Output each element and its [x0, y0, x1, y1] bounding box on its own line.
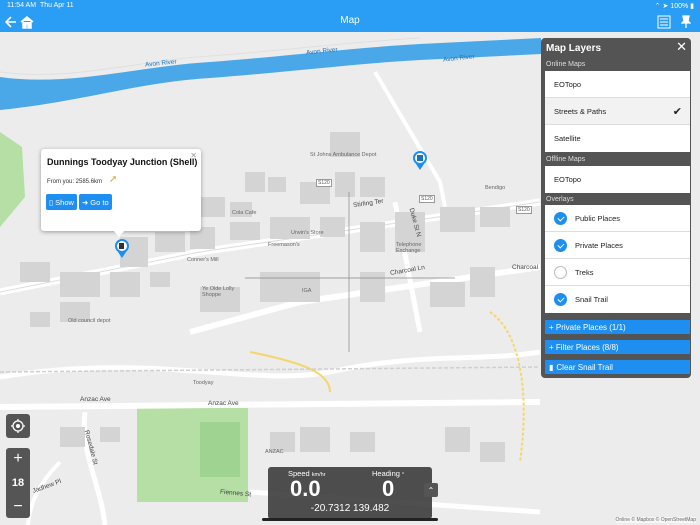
page-title: Map — [340, 15, 360, 26]
nav-bar: Map — [0, 12, 700, 32]
status-battery: ⌃ ➤ 100% ▮ — [654, 3, 694, 10]
speed-value: 0.0 — [290, 476, 321, 501]
road-badge: S120 — [316, 179, 332, 187]
status-time: 11:54 AM Thu Apr 11 — [7, 2, 74, 9]
overlay-snail-trail[interactable]: Snail Trail — [545, 286, 690, 313]
section-online-maps: Online Maps — [546, 61, 586, 68]
place-popup: Dunnings Toodyay Junction (Shell) ✕ From… — [41, 149, 201, 237]
online-map-satellite[interactable]: Satellite — [545, 125, 690, 152]
goto-button[interactable]: ➜ Go to — [79, 194, 112, 210]
online-map-eotopo[interactable]: EOTopo — [545, 71, 690, 98]
coordinates: -20.7312 139.482 — [310, 503, 390, 514]
online-map-streets[interactable]: Streets & Paths ✔ — [545, 98, 690, 125]
place-label: Toodyay — [193, 380, 214, 386]
place-label: Old council depot — [68, 318, 111, 324]
panel-title: Map Layers — [546, 43, 602, 54]
chevron-up-icon[interactable]: ⌃ — [424, 483, 438, 497]
place-label: IGA — [302, 288, 312, 294]
checkmark-icon: ✔ — [672, 106, 682, 118]
online-maps-list: EOTopo Streets & Paths ✔ Satellite — [545, 71, 690, 152]
locate-button[interactable] — [6, 414, 30, 438]
home-indicator — [262, 518, 438, 521]
street-label: Charcoal — [512, 264, 539, 271]
checkbox-icon[interactable] — [554, 212, 567, 225]
close-icon[interactable]: ✕ — [676, 39, 687, 55]
map-attribution[interactable]: Online © Mapbox © OpenStreetMap — [615, 517, 696, 523]
show-button[interactable]: ▯ Show — [46, 194, 77, 210]
place-label: Urwin's Store — [291, 230, 324, 236]
place-label: ANZAC — [265, 449, 284, 455]
map-layers-panel: Map Layers ✕ Online Maps EOTopo Streets … — [541, 38, 691, 378]
street-label: Anzac Ave — [208, 400, 239, 407]
place-label: St Johns Ambulance Depot — [310, 152, 377, 158]
close-icon[interactable]: ✕ — [190, 151, 197, 160]
checkbox-icon[interactable] — [554, 239, 567, 252]
road-badge: S120 — [419, 195, 435, 203]
heading-value: 0 — [382, 476, 395, 501]
section-overlays: Overlays — [546, 196, 574, 203]
private-places-button[interactable]: + Private Places (1/1) — [545, 320, 690, 334]
zoom-control: + 18 − — [6, 448, 30, 518]
popup-tail — [113, 230, 125, 237]
status-bar: 11:54 AM Thu Apr 11 ⌃ ➤ 100% ▮ — [0, 0, 700, 12]
pin-icon[interactable] — [678, 14, 694, 30]
place-label: Telephone Exchange — [396, 242, 422, 254]
clear-snail-trail-button[interactable]: ▮ Clear Snail Trail — [545, 360, 690, 374]
checkbox-icon[interactable] — [554, 266, 567, 279]
road-badge: S120 — [516, 206, 532, 214]
zoom-level: 18 — [11, 477, 25, 489]
overlay-treks[interactable]: Treks — [545, 259, 690, 286]
popup-title: Dunnings Toodyay Junction (Shell) — [47, 157, 198, 167]
offline-maps-list: EOTopo — [545, 166, 690, 193]
place-label: Freemason's — [268, 242, 300, 248]
speed-heading-panel: Speed km/hr Heading ° 0.0 0 -20.7312 139… — [268, 467, 432, 519]
place-label: Cola Cafe — [232, 210, 257, 216]
popup-distance: From you: 2585.6km — [47, 179, 103, 185]
place-label: Conner's Mill — [187, 257, 219, 263]
trash-icon: ▮ — [549, 362, 554, 372]
zoom-out-button[interactable]: − — [13, 498, 22, 516]
zoom-in-button[interactable]: + — [13, 450, 22, 468]
overlay-private-places[interactable]: Private Places — [545, 232, 690, 259]
locate-icon — [11, 419, 25, 433]
document-icon: ▯ — [49, 197, 54, 207]
overlay-public-places[interactable]: Public Places — [545, 205, 690, 232]
section-offline-maps: Offline Maps — [546, 156, 586, 163]
place-label: Ye Olde Lolly Shoppe — [202, 286, 235, 298]
filter-places-button[interactable]: + Filter Places (8/8) — [545, 340, 690, 354]
direction-arrow-icon: ➚ — [109, 174, 118, 185]
list-icon[interactable] — [656, 14, 672, 30]
arrow-circle-icon: ➜ — [82, 197, 89, 207]
checkbox-icon[interactable] — [554, 293, 567, 306]
place-label: Bendigo — [485, 185, 506, 191]
offline-map-eotopo[interactable]: EOTopo — [545, 166, 690, 193]
street-label: Anzac Ave — [80, 396, 111, 403]
overlays-list: Public Places Private Places Treks Snail… — [545, 205, 690, 313]
